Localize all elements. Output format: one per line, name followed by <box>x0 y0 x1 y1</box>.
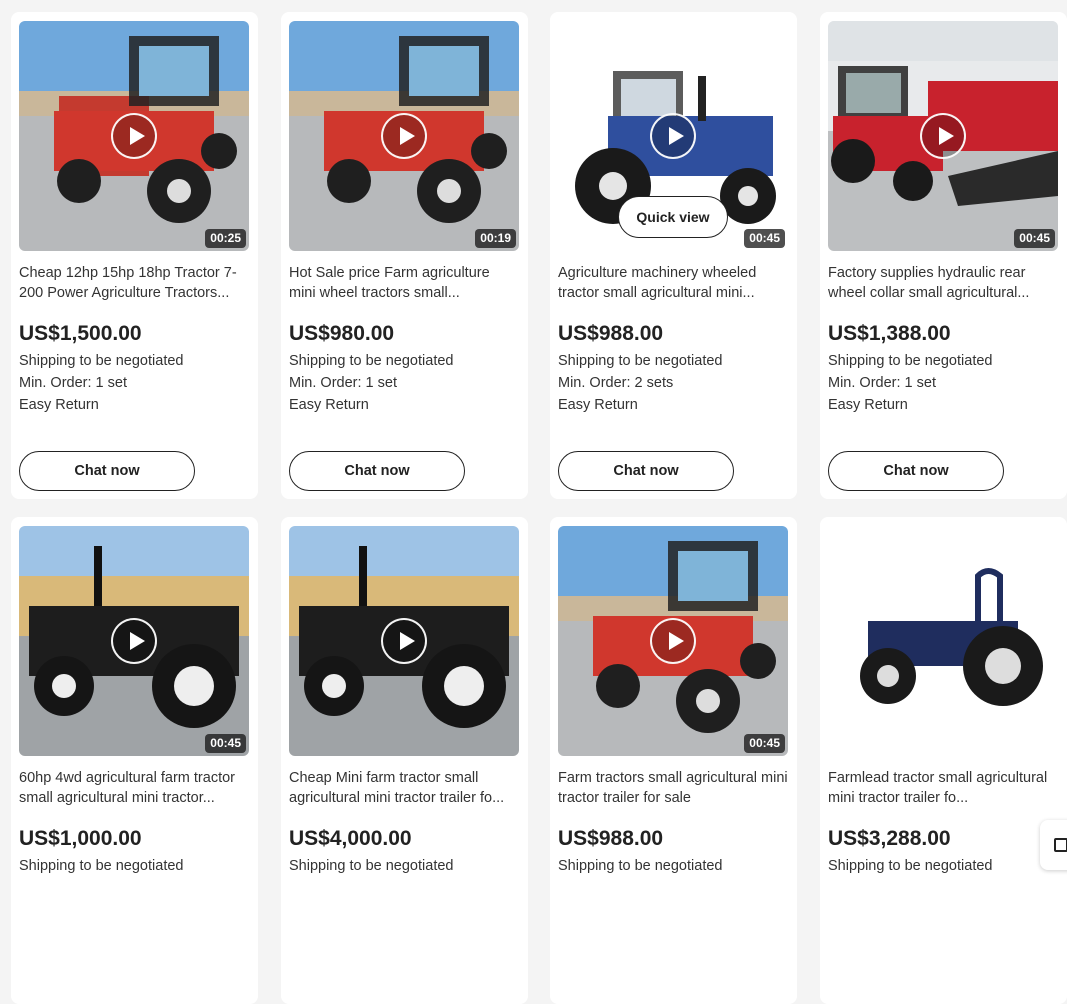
min-order-text: Min. Order: 1 set <box>289 375 397 391</box>
product-card[interactable]: Farmlead tractor small agricultural mini… <box>820 517 1067 1004</box>
video-duration: 00:45 <box>744 229 785 248</box>
min-order-text: Min. Order: 2 sets <box>558 375 674 391</box>
chat-now-button[interactable]: Chat now <box>19 451 195 491</box>
tractor-photo <box>828 526 1058 756</box>
min-order-text: Min. Order: 1 set <box>19 375 127 391</box>
product-price: US$1,000.00 <box>19 827 142 850</box>
product-image[interactable] <box>828 526 1058 756</box>
product-title[interactable]: Farmlead tractor small agricultural mini… <box>828 768 1059 810</box>
product-image[interactable]: 00:19 <box>289 21 519 251</box>
product-card[interactable]: 00:45 Factory supplies hydraulic rear wh… <box>820 12 1067 499</box>
shipping-text: Shipping to be negotiated <box>558 858 723 874</box>
easy-return-text: Easy Return <box>19 397 99 413</box>
shipping-text: Shipping to be negotiated <box>828 858 993 874</box>
product-title[interactable]: Cheap 12hp 15hp 18hp Tractor 7-200 Power… <box>19 263 250 305</box>
product-price: US$988.00 <box>558 827 664 850</box>
feedback-icon[interactable] <box>1040 820 1067 870</box>
product-card[interactable]: 00:45 Farm tractors small agricultural m… <box>550 517 797 1004</box>
play-icon[interactable] <box>381 618 427 664</box>
easy-return-text: Easy Return <box>289 397 369 413</box>
product-title[interactable]: Factory supplies hydraulic rear wheel co… <box>828 263 1059 305</box>
video-duration: 00:45 <box>744 734 785 753</box>
chat-now-button[interactable]: Chat now <box>289 451 465 491</box>
product-image[interactable]: 00:45 <box>19 526 249 756</box>
chat-now-button[interactable]: Chat now <box>558 451 734 491</box>
product-price: US$1,388.00 <box>828 322 951 345</box>
product-price: US$3,288.00 <box>828 827 951 850</box>
product-price: US$1,500.00 <box>19 322 142 345</box>
play-icon[interactable] <box>111 113 157 159</box>
product-card[interactable]: 00:45 60hp 4wd agricultural farm tractor… <box>11 517 258 1004</box>
product-card[interactable]: Quick view 00:45 Agriculture machinery w… <box>550 12 797 499</box>
shipping-text: Shipping to be negotiated <box>828 353 993 369</box>
shipping-text: Shipping to be negotiated <box>289 353 454 369</box>
product-image[interactable]: Quick view 00:45 <box>558 21 788 251</box>
video-duration: 00:45 <box>1014 229 1055 248</box>
product-title[interactable]: Farm tractors small agricultural mini tr… <box>558 768 789 810</box>
shipping-text: Shipping to be negotiated <box>289 858 454 874</box>
product-image[interactable]: 00:45 <box>828 21 1058 251</box>
video-duration: 00:25 <box>205 229 246 248</box>
play-icon[interactable] <box>650 113 696 159</box>
product-image[interactable]: 00:45 <box>558 526 788 756</box>
product-price: US$980.00 <box>289 322 395 345</box>
product-title[interactable]: Hot Sale price Farm agriculture mini whe… <box>289 263 520 305</box>
product-card[interactable]: 00:25 Cheap 12hp 15hp 18hp Tractor 7-200… <box>11 12 258 499</box>
product-image[interactable] <box>289 526 519 756</box>
chat-now-button[interactable]: Chat now <box>828 451 1004 491</box>
play-icon[interactable] <box>920 113 966 159</box>
product-title[interactable]: Cheap Mini farm tractor small agricultur… <box>289 768 520 810</box>
video-duration: 00:19 <box>475 229 516 248</box>
shipping-text: Shipping to be negotiated <box>19 353 184 369</box>
product-card[interactable]: Cheap Mini farm tractor small agricultur… <box>281 517 528 1004</box>
play-icon[interactable] <box>381 113 427 159</box>
product-card[interactable]: 00:19 Hot Sale price Farm agriculture mi… <box>281 12 528 499</box>
quick-view-button[interactable]: Quick view <box>618 196 728 238</box>
play-icon[interactable] <box>111 618 157 664</box>
shipping-text: Shipping to be negotiated <box>19 858 184 874</box>
product-price: US$4,000.00 <box>289 827 412 850</box>
feedback-glyph <box>1054 838 1067 852</box>
product-title[interactable]: Agriculture machinery wheeled tractor sm… <box>558 263 789 305</box>
easy-return-text: Easy Return <box>828 397 908 413</box>
min-order-text: Min. Order: 1 set <box>828 375 936 391</box>
product-price: US$988.00 <box>558 322 664 345</box>
easy-return-text: Easy Return <box>558 397 638 413</box>
product-title[interactable]: 60hp 4wd agricultural farm tractor small… <box>19 768 250 810</box>
video-duration: 00:45 <box>205 734 246 753</box>
shipping-text: Shipping to be negotiated <box>558 353 723 369</box>
play-icon[interactable] <box>650 618 696 664</box>
product-image[interactable]: 00:25 <box>19 21 249 251</box>
